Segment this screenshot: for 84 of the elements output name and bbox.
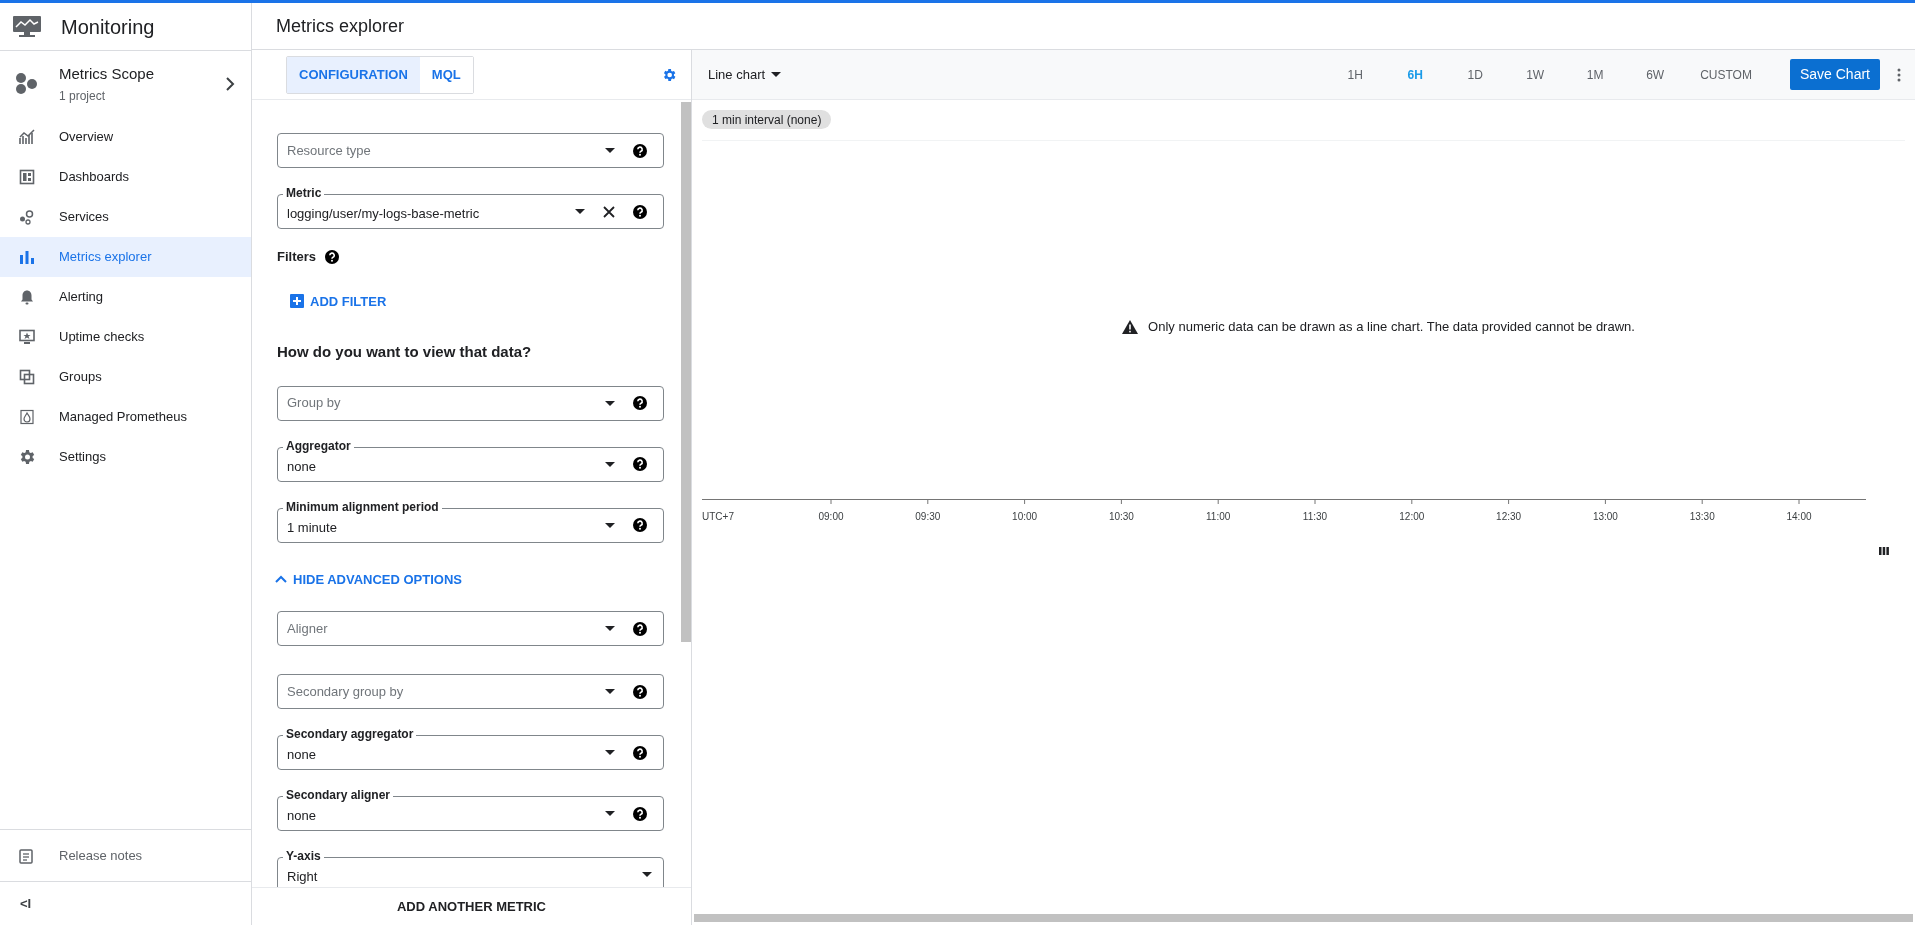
dropdown-caret-icon [605, 750, 615, 755]
editor-tab[interactable]: CONFIGURATION [287, 56, 420, 93]
add-filter-button[interactable]: ADD FILTER [290, 291, 387, 311]
axis-tick-label: 10:00 [1012, 509, 1038, 524]
dropdown-caret-icon [605, 461, 615, 467]
dropdown-caret-icon [771, 72, 782, 77]
nodes-icon [19, 209, 35, 225]
axis-tick-label: 11:00 [1206, 509, 1231, 524]
chart-error-message: Only numeric data can be drawn as a line chart. The data provided cannot be drawn. [1148, 318, 1635, 336]
help-icon[interactable] [633, 684, 647, 699]
axis-tick-label: 11:30 [1302, 509, 1328, 524]
axis-tick-label: 12:30 [1496, 509, 1522, 524]
settings-icon [19, 449, 35, 465]
filters-label: Filters [277, 248, 316, 266]
help-icon[interactable] [633, 204, 647, 219]
time-range-button[interactable]: 6W [1630, 59, 1681, 90]
overlapping-squares-icon [19, 369, 35, 385]
help-icon[interactable] [633, 396, 647, 410]
nav-item[interactable]: Services [0, 197, 251, 237]
help-icon[interactable] [633, 745, 647, 760]
time-range-button[interactable]: 1H [1330, 59, 1381, 90]
horizontal-scrollbar[interactable] [694, 914, 1913, 922]
help-icon[interactable] [633, 806, 647, 821]
metrics-scope-selector[interactable]: Metrics Scope 1 project [0, 53, 251, 115]
monitor-icon [19, 329, 35, 345]
scrollbar[interactable] [681, 102, 691, 642]
help-icon[interactable] [633, 518, 647, 532]
collapse-sidebar-button[interactable]: <I [20, 893, 32, 914]
axis-tick-label: 10:30 [1108, 509, 1134, 524]
page-title: Metrics explorer [276, 14, 405, 38]
nav-item[interactable]: Groups [0, 357, 251, 397]
time-range-button[interactable]: 1D [1450, 59, 1501, 90]
close-icon[interactable] [603, 205, 615, 218]
nav-item[interactable]: Managed Prometheus [0, 397, 251, 437]
help-icon[interactable] [633, 457, 647, 471]
help-icon[interactable] [325, 249, 339, 264]
dropdown-caret-icon [575, 209, 585, 214]
nav-item[interactable]: Alerting [0, 277, 251, 317]
trend-chart-icon [19, 129, 35, 145]
axis-tick-label: 14:00 [1786, 509, 1812, 524]
nav-item[interactable]: Uptime checks [0, 317, 251, 357]
add-another-metric-button[interactable]: ADD ANOTHER METRIC [387, 890, 556, 923]
dashboard-icon [19, 169, 35, 185]
axis-tick-label: 12:00 [1399, 509, 1425, 524]
dropdown-caret-icon [605, 522, 615, 528]
time-range-button[interactable]: 1W [1510, 59, 1561, 90]
more-options-icon[interactable] [1897, 67, 1901, 82]
dropdown-caret-icon [605, 400, 615, 406]
interval-chip: 1 min interval (none) [702, 110, 832, 129]
chart-type-dropdown[interactable]: Line chart [708, 64, 782, 85]
columns-icon[interactable] [1879, 546, 1889, 555]
time-range-button[interactable]: 1M [1570, 59, 1621, 90]
bell-icon [19, 289, 35, 305]
nav-item[interactable]: Metrics explorer [0, 237, 251, 277]
settings-icon[interactable] [661, 66, 677, 83]
dropdown-caret-icon [605, 148, 615, 153]
dropdown-caret-icon [605, 689, 615, 694]
release-notes-link[interactable]: Release notes [59, 845, 143, 866]
time-range-button[interactable]: CUSTOM [1690, 59, 1762, 90]
axis-tick-label: 13:30 [1689, 509, 1715, 524]
framed-flame-icon [19, 409, 35, 425]
save-chart-button[interactable]: Save Chart [1789, 59, 1880, 90]
timezone-label: UTC+7 [702, 509, 734, 524]
axis-tick-label: 09:30 [915, 509, 941, 524]
nav-item[interactable]: Settings [0, 437, 251, 477]
chevron-right-icon [225, 76, 235, 92]
warning-icon [1122, 319, 1139, 334]
help-icon[interactable] [633, 621, 647, 636]
axis-tick-label: 13:00 [1592, 509, 1618, 524]
plus-icon [290, 294, 304, 309]
advanced-options-toggle[interactable]: HIDE ADVANCED OPTIONS [275, 569, 462, 589]
app-title: Monitoring [61, 14, 155, 40]
dropdown-caret-icon [605, 811, 615, 816]
monitor-chart-icon [13, 15, 41, 38]
notes-icon [19, 847, 35, 864]
axis-tick-label: 09:00 [818, 509, 844, 524]
chevron-icon [275, 574, 287, 584]
nav-item[interactable]: Dashboards [0, 157, 251, 197]
nav-item[interactable]: Overview [0, 117, 251, 157]
section-heading: How do you want to view that data? [277, 342, 533, 362]
bar-chart-icon [19, 249, 35, 265]
dropdown-caret-icon [642, 872, 652, 877]
dropdown-caret-icon [605, 626, 615, 631]
help-icon[interactable] [633, 143, 647, 158]
